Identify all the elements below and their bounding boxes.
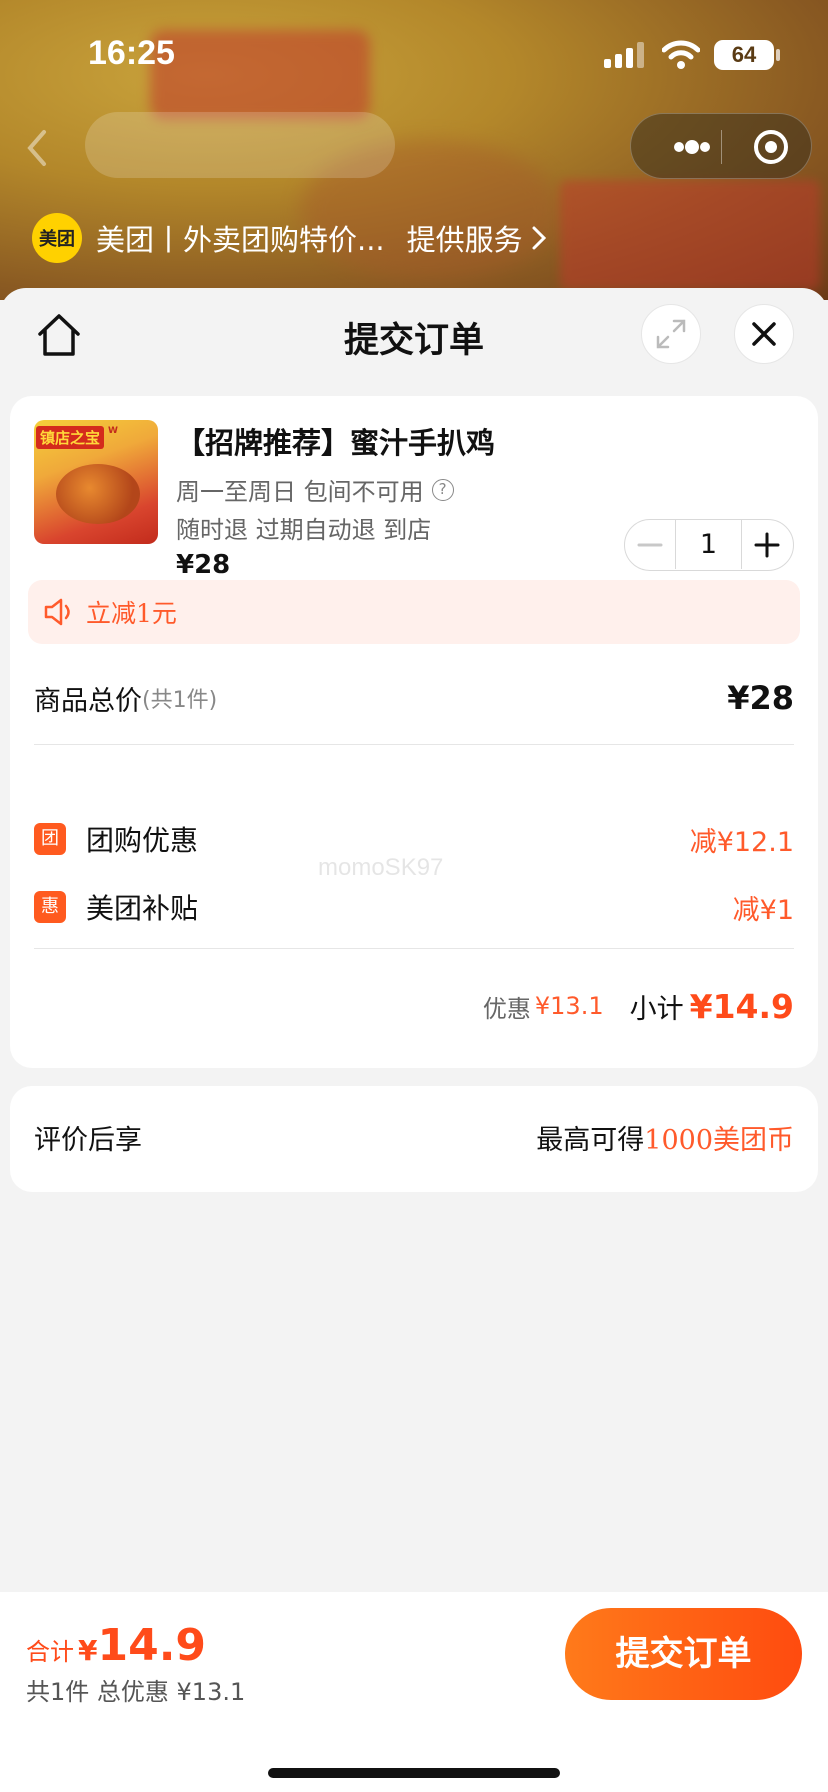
home-indicator[interactable]: [268, 1768, 560, 1778]
order-card: 镇店之宝 W 【招牌推荐】蜜汁手扒鸡 周一至周日 包间不可用 ? 随时退 过期自…: [10, 396, 818, 1068]
more-dots-icon[interactable]: [661, 114, 721, 180]
saving-value: ¥13.1: [534, 992, 604, 1020]
provider-name: 美团丨外卖团购特价...: [96, 223, 385, 257]
grand-total-currency: ¥: [78, 1634, 98, 1667]
review-reward-label: 评价后享: [34, 1125, 142, 1156]
divider: [34, 948, 794, 949]
close-button[interactable]: [734, 304, 794, 364]
goods-total-row: 商品总价 (共1件) ¥28: [34, 670, 794, 726]
saving-label: 优惠: [482, 994, 531, 1023]
mini-program-capsule: [630, 113, 812, 179]
promo-text: 立减1元: [86, 599, 177, 628]
product-image-brand: W: [108, 426, 118, 436]
group-buy-badge: 团: [34, 823, 66, 855]
close-icon: [752, 322, 776, 346]
grand-total-value: 14.9: [97, 1620, 207, 1671]
item-count-savings: 共1件 总优惠 ¥13.1: [26, 1678, 246, 1706]
goods-total-label: 商品总价: [34, 685, 142, 717]
expand-button[interactable]: [641, 304, 701, 364]
quantity-value[interactable]: 1: [675, 520, 742, 569]
expand-icon: [656, 319, 686, 349]
submit-order-button[interactable]: 提交订单: [565, 1608, 802, 1700]
search-bar-blurred[interactable]: [85, 112, 395, 178]
sheet-header: 提交订单: [0, 288, 828, 384]
discount-value: 减¥1: [732, 894, 794, 926]
page-title: 提交订单: [343, 321, 484, 361]
product-availability-text: 周一至周日 包间不可用: [176, 478, 424, 506]
provider-service-label: 提供服务: [406, 223, 523, 257]
grand-total-label: 合计: [26, 1638, 74, 1666]
subtotal-value: ¥14.9: [689, 986, 794, 1026]
divider: [34, 744, 794, 745]
review-reward-coins: 1000美团币: [644, 1125, 794, 1156]
product-image-tag: 镇店之宝: [36, 426, 105, 449]
review-reward-card[interactable]: 评价后享 最高可得1000美团币: [10, 1086, 818, 1192]
speaker-icon: [44, 598, 70, 626]
discount-label: 美团补贴: [86, 892, 199, 925]
discount-row: 惠 美团补贴 减¥1: [34, 882, 794, 932]
chicken-illustration: [56, 464, 140, 524]
product-refund-policy: 随时退 过期自动退 到店: [176, 516, 432, 544]
goods-total-count: (共1件): [142, 688, 218, 713]
decrease-button[interactable]: [625, 520, 675, 569]
product-image[interactable]: 镇店之宝 W: [34, 420, 158, 544]
product-availability: 周一至周日 包间不可用 ?: [176, 472, 454, 507]
wifi-icon: [662, 40, 700, 69]
back-chevron-icon[interactable]: [22, 128, 52, 168]
service-provider-row[interactable]: 美团 美团丨外卖团购特价... 提供服务: [32, 212, 547, 264]
grand-total: 合计 ¥ 14.9: [26, 1620, 206, 1671]
subtotal-row: 优惠 ¥13.1 小计 ¥14.9: [34, 976, 794, 1036]
discount-value: 减¥12.1: [689, 826, 794, 858]
review-reward-value: 最高可得1000美团币: [536, 1118, 794, 1157]
status-time: 16:25: [88, 34, 175, 72]
product-name: 【招牌推荐】蜜汁手扒鸡: [176, 426, 496, 460]
cellular-signal-icon: [604, 42, 644, 68]
background-sign-blur: [560, 180, 820, 290]
capsule-close-icon[interactable]: [741, 114, 801, 180]
meituan-logo: 美团: [32, 213, 82, 263]
subtotal-label: 小计: [629, 993, 684, 1025]
goods-total-value: ¥28: [727, 679, 794, 717]
status-bar: 16:25 64: [0, 0, 828, 110]
chevron-right-icon: [532, 226, 546, 250]
plus-icon: [754, 532, 780, 557]
order-sheet: 提交订单 镇店之宝 W 【招牌推荐】蜜汁手扒鸡 周一至周日 包间不可用 ? 随时…: [0, 288, 828, 1792]
capsule-separator: [721, 130, 722, 164]
product-price: ¥28: [176, 550, 231, 580]
checkout-bar: 合计 ¥ 14.9 共1件 总优惠 ¥13.1 提交订单: [0, 1592, 828, 1792]
subsidy-badge: 惠: [34, 891, 66, 923]
increase-button[interactable]: [742, 520, 792, 569]
discount-label: 团购优惠: [86, 824, 199, 857]
quantity-stepper: 1: [624, 519, 794, 571]
help-icon[interactable]: ?: [431, 478, 454, 501]
battery-tip: [776, 49, 780, 61]
battery-indicator: 64: [714, 40, 774, 70]
watermark: momoSK97: [318, 854, 444, 881]
promo-banner: 立减1元: [28, 580, 800, 644]
minus-icon: [637, 543, 663, 546]
review-reward-prefix: 最高可得: [536, 1125, 645, 1156]
